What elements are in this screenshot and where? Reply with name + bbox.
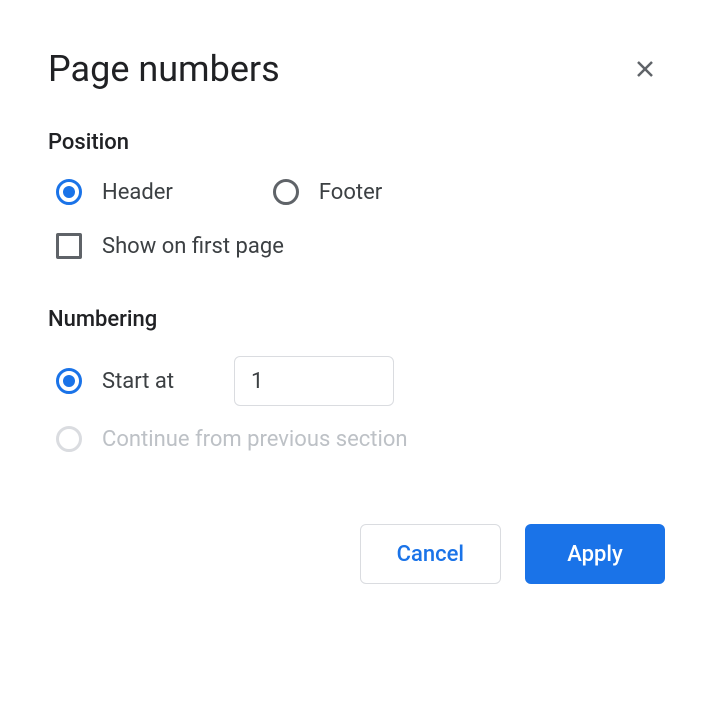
- checkbox-indicator: [56, 233, 82, 259]
- position-section: Position Header Footer Show on first pag…: [48, 130, 665, 259]
- continue-row: Continue from previous section: [48, 426, 665, 452]
- radio-footer-indicator: [273, 179, 299, 205]
- radio-header-indicator: [56, 179, 82, 205]
- close-icon: [633, 57, 657, 81]
- dialog-button-row: Cancel Apply: [48, 524, 665, 584]
- show-first-page-checkbox[interactable]: Show on first page: [48, 233, 665, 259]
- position-radio-group: Header Footer: [48, 179, 665, 205]
- numbering-section-label: Numbering: [48, 307, 665, 332]
- radio-start-at-label: Start at: [102, 369, 174, 394]
- radio-option-continue: Continue from previous section: [56, 426, 408, 452]
- page-numbers-dialog: Page numbers Position Header Footer: [0, 0, 713, 632]
- start-at-input[interactable]: [234, 356, 394, 406]
- radio-option-header[interactable]: Header: [56, 179, 173, 205]
- cancel-button[interactable]: Cancel: [360, 524, 501, 584]
- numbering-section: Numbering Start at Continue from previou…: [48, 307, 665, 452]
- position-section-label: Position: [48, 130, 665, 155]
- dialog-header: Page numbers: [48, 48, 665, 90]
- radio-footer-label: Footer: [319, 180, 382, 205]
- radio-continue-label: Continue from previous section: [102, 427, 408, 452]
- show-first-page-label: Show on first page: [102, 234, 284, 259]
- start-at-row: Start at: [48, 356, 665, 406]
- apply-button[interactable]: Apply: [525, 524, 665, 584]
- close-button[interactable]: [625, 49, 665, 89]
- radio-header-label: Header: [102, 180, 173, 205]
- radio-continue-indicator: [56, 426, 82, 452]
- radio-start-at-indicator: [56, 368, 82, 394]
- radio-option-footer[interactable]: Footer: [273, 179, 382, 205]
- dialog-title: Page numbers: [48, 48, 280, 90]
- radio-option-start-at[interactable]: Start at: [56, 368, 174, 394]
